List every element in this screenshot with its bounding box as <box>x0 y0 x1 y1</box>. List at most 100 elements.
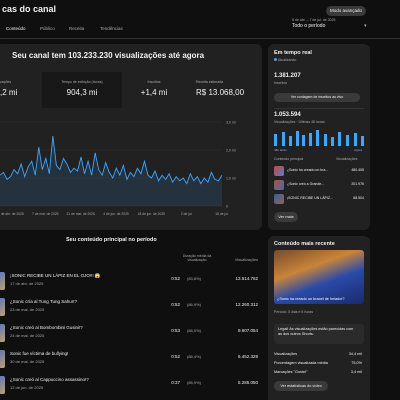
stat-value: 3,4 mil <box>350 370 362 374</box>
series-area <box>0 136 222 206</box>
live-dot-icon <box>274 58 277 61</box>
date-range-label: Todo o período <box>292 23 326 29</box>
realtime-title: Em tempo real <box>274 50 312 56</box>
video-date: 24 de mai. de 2025 <box>10 333 45 338</box>
col-realtime-views: Visualizações <box>336 157 358 161</box>
realtime-bar <box>316 130 319 146</box>
metric-tab-revenue[interactable]: Receita estimada R$ 13.068,00 <box>186 72 262 108</box>
avg-percent: (85,9%) <box>186 380 201 385</box>
views-count: 6.452.329 <box>237 354 258 359</box>
video-date: 30 de mai. de 2025 <box>10 359 45 364</box>
table-row[interactable]: ¡SONIC RECIBE UN LÁPIZ EN EL OJO!!! 😱 17… <box>0 270 258 294</box>
avg-percent: (88,0%) <box>186 328 201 333</box>
tab-trends[interactable]: Tendências <box>100 26 123 31</box>
views-count: 13.514.762 <box>235 276 258 281</box>
stat-value: 34,4 mil <box>348 352 362 356</box>
video-thumbnail <box>0 298 5 316</box>
video-title: ¡SONIC RECIBE UN LÁPIZ... <box>287 196 333 200</box>
realtime-bar <box>309 133 312 146</box>
views-count: 12.260.312 <box>235 302 258 307</box>
realtime-bar <box>302 135 305 146</box>
video-thumbnail <box>0 324 5 342</box>
overview-card: Seu canal tem 103.233.230 visualizações … <box>0 44 262 230</box>
realtime-status: Atualizando <box>274 58 296 62</box>
video-thumbnail <box>0 350 5 368</box>
video-thumbnail <box>0 272 5 290</box>
realtime-bar <box>274 134 277 146</box>
avg-duration: 0:52 <box>171 354 180 359</box>
live-subscriber-count-button[interactable]: Ver contagem de inscritos ao vivo <box>274 93 360 102</box>
video-title: ¿Sonic creó al Cappuccino assassino!? <box>10 377 89 382</box>
x-tick-label: 21 de mai. de 2025 <box>67 212 95 216</box>
realtime-bar <box>331 137 334 146</box>
col-top-content: Conteúdo principal <box>274 157 304 161</box>
header-divider <box>0 38 400 39</box>
recent-content-title: Conteúdo mais recente <box>274 241 335 247</box>
stat-label: Porcentagem visualizada média <box>274 361 328 365</box>
table-row[interactable]: ¿Sonic cría al Tung Tung Sahur!? 23 de m… <box>0 296 258 320</box>
list-item[interactable]: ¿Sonic creó a Grande... 201.976 <box>274 180 364 192</box>
table-row[interactable]: ¿Sonic creó al Bombombini Gusini!? 24 de… <box>0 322 258 346</box>
avg-duration: 0:37 <box>171 380 180 385</box>
realtime-bar <box>324 134 327 146</box>
stat-row: Porcentagem visualizada média 75,0% <box>274 361 362 368</box>
realtime-views-count: 1.053.594 <box>274 112 301 118</box>
chevron-down-icon: ▾ <box>364 23 367 29</box>
table-row[interactable]: ¿Sonic creó al Cappuccino assassino!? 12… <box>0 374 258 398</box>
advanced-mode-button[interactable]: Modo avançado <box>326 6 366 16</box>
realtime-views-label: Visualizações · Últimas 48 horas <box>274 120 325 124</box>
realtime-bar <box>282 132 285 146</box>
video-thumbnail <box>274 180 284 190</box>
metric-tab-watch-time[interactable]: Tempo de exibição (horas) 904,3 mi <box>42 72 122 108</box>
video-title: ¿Sonic ha creado un bra... <box>287 168 329 172</box>
video-stats-button[interactable]: Ver estatísticas do vídeo <box>274 381 328 391</box>
col-avg-duration: Duração média da visualização <box>182 254 212 262</box>
list-item[interactable]: ¿Sonic ha creado un bra... 480.405 <box>274 166 364 178</box>
metric-label: Tempo de exibição (horas) <box>61 80 103 84</box>
y-tick-label: 2,0 mi <box>226 149 236 153</box>
metric-tab-views[interactable]: zações ,2 mi <box>0 72 42 108</box>
avg-duration: 0:52 <box>171 302 180 307</box>
subscriber-count: 1.381.207 <box>274 73 301 79</box>
metric-label: Inscritos <box>147 80 161 84</box>
metric-label: zações <box>0 80 12 84</box>
realtime-bar <box>346 135 349 146</box>
metric-label: Receita estimada <box>196 80 224 84</box>
video-title: Sonic fue víctima de bullying! <box>10 351 69 356</box>
realtime-card: Em tempo real Atualizando 1.381.207 Insc… <box>268 44 370 230</box>
recent-video-thumbnail[interactable]: ¿Sonic ha creado un bracet de helado!? <box>274 250 364 304</box>
avg-percent: (86,9%) <box>186 302 201 307</box>
metric-value: R$ 13.068,00 <box>196 88 245 97</box>
realtime-bar <box>289 136 292 146</box>
avg-duration: 0:53 <box>171 328 180 333</box>
tab-audience[interactable]: Público <box>40 26 55 31</box>
metric-value: 904,3 mi <box>66 88 98 97</box>
avg-duration: 0:52 <box>171 276 180 281</box>
realtime-bar <box>354 133 357 146</box>
performance-notice: Legal! As visualizações estão parecidas … <box>274 324 364 344</box>
views-count: 201.976 <box>351 182 364 186</box>
date-range-picker[interactable]: 8 de abr. – 7 de jul. de 2025 Todo o per… <box>292 18 367 34</box>
overview-chart: 3,0 mi 2,0 mi 1,0 mi 0 23 de abr. de 2025 7 d… <box>0 121 236 216</box>
tab-content[interactable]: Conteúdo <box>6 26 26 31</box>
table-row[interactable]: Sonic fue víctima de bullying! 30 de mai… <box>0 348 258 372</box>
axis-end-label: Agora <box>354 148 363 152</box>
stat-row: Marcações "Gostei" 3,4 mil <box>274 370 362 377</box>
recent-period: Período: 5 dias e 6 horas <box>274 310 314 314</box>
top-content-title: Seu conteúdo principal no período <box>66 237 157 243</box>
video-thumbnail <box>0 376 5 394</box>
realtime-bar <box>338 132 341 146</box>
list-item[interactable]: ¡SONIC RECIBE UN LÁPIZ... 68.504 <box>274 194 364 206</box>
video-date: 12 de jun. de 2025 <box>10 385 44 390</box>
see-more-button[interactable]: Ver mais <box>274 212 298 222</box>
overview-headline: Seu canal tem 103.233.230 visualizações … <box>12 51 205 60</box>
metric-tab-subscribers[interactable]: Inscritos +1,4 mi <box>122 72 186 108</box>
date-range-dates: 8 de abr. – 7 de jul. de 2025 <box>292 18 336 22</box>
x-tick-label: 2 de jul. <box>181 212 193 216</box>
tab-revenue[interactable]: Receita <box>69 26 84 31</box>
stat-label: Marcações "Gostei" <box>274 370 308 374</box>
top-content-list: ¡SONIC RECIBE UN LÁPIZ EN EL OJO!!! 😱 17… <box>0 270 258 400</box>
views-count: 480.405 <box>351 168 364 172</box>
y-tick-label: 0 <box>226 205 228 209</box>
subscriber-label: Inscritos <box>274 81 288 85</box>
